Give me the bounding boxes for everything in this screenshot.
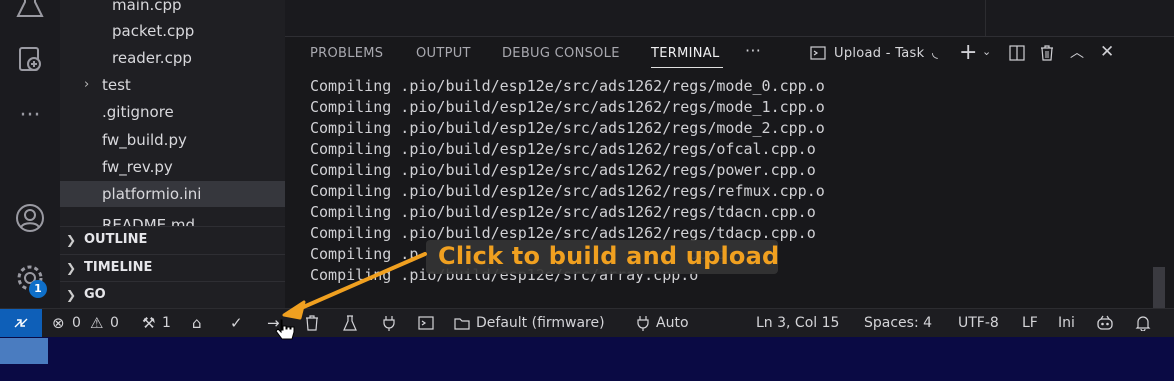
editor-area [285,0,1174,36]
terminal-line: Compiling .pio/build/esp12e/src/ads1262/… [310,203,816,221]
notifications-bell-icon[interactable] [1135,309,1151,337]
port-plug-icon [636,309,650,337]
file-label: reader.cpp [112,49,192,67]
file-item[interactable]: main.cpp [60,0,285,18]
file-item[interactable]: .gitignore [60,99,285,125]
loading-spinner-icon: ◟ [932,43,938,61]
tab-output[interactable]: OUTPUT [416,46,471,61]
error-circle-icon: ⊗ [52,314,65,332]
terminal-line: Compiling .pio/build/esp12e/src/ads1262/… [310,98,825,116]
annotation-text: Click to build and upload [438,242,780,270]
platformio-home-icon[interactable]: ⌂ [192,309,202,337]
warning-count[interactable]: 0 [110,309,119,337]
file-item[interactable]: README.md [60,208,285,226]
folder-label: test [102,76,131,94]
section-timeline[interactable]: ❯ TIMELINE [60,254,285,281]
split-terminal-icon[interactable] [1009,45,1025,65]
terminal-task-selector[interactable]: Upload - Task [834,46,924,61]
file-item[interactable]: reader.cpp [60,45,285,71]
active-tab-indicator [651,67,723,68]
file-label: packet.cpp [112,22,195,40]
explorer-sidebar: main.cpp packet.cpp reader.cpp › test .g… [60,0,285,308]
panel-tabs: PROBLEMS OUTPUT DEBUG CONSOLE TERMINAL ·… [285,37,1174,71]
build-check-icon[interactable]: ✓ [230,309,243,337]
copilot-icon[interactable] [1096,309,1114,337]
testing-flask-icon[interactable] [14,0,46,22]
chevron-right-icon: ❯ [66,261,77,275]
mouse-pointer-hand-icon [275,319,295,340]
close-panel-icon[interactable]: ✕ [1100,42,1114,62]
chevron-right-icon: ❯ [66,233,77,247]
port-selector[interactable]: Auto [656,309,689,337]
terminal-line: Compiling .pio/build/esp12e/src/ads1262/… [310,77,825,95]
file-label: fw_rev.py [102,158,173,176]
language-mode-selector[interactable]: Ini [1058,309,1075,337]
remote-explorer-icon[interactable] [14,44,46,76]
cursor-position[interactable]: Ln 3, Col 15 [756,309,839,337]
remote-icon [14,318,28,328]
file-item-selected[interactable]: platformio.ini [60,181,285,207]
terminal-line: Compiling .pio/build/esp12e/src/ads1262/… [310,140,816,158]
chevron-right-icon: › [84,77,90,92]
ports-count[interactable]: 1 [162,309,171,337]
section-label: TIMELINE [84,260,153,275]
file-label: README.md [102,216,196,226]
environment-selector[interactable]: Default (firmware) [476,309,605,337]
error-count[interactable]: 0 [72,309,81,337]
tools-icon[interactable]: ⚒ [142,309,155,337]
terminal-scrollbar[interactable] [1153,267,1165,311]
maximize-panel-icon[interactable]: ︿ [1070,42,1084,62]
annotation-arrow-icon [282,252,427,320]
section-go[interactable]: ❯ GO [60,281,285,308]
terminal-line: Compiling .pio/build/esp12e/src/ads1262/… [310,119,825,137]
tab-terminal[interactable]: TERMINAL [651,46,720,61]
more-views-icon[interactable]: ··· [14,105,46,138]
account-icon[interactable] [14,202,46,234]
status-bar: ⊗ 0 ⚠ 0 ⚒ 1 ⌂ ✓ → Default (firmware) Aut… [0,308,1174,337]
remote-indicator-button[interactable] [0,309,42,337]
activity-bar: ··· 1 [0,0,60,308]
folder-environment-icon [454,309,470,337]
terminal-line: Compiling .pio/build/esp12e/src/ads1262/… [310,182,825,200]
tab-debug-console[interactable]: DEBUG CONSOLE [502,46,620,61]
trash-icon[interactable] [1039,45,1055,65]
file-label: fw_build.py [102,131,187,149]
folder-item-test[interactable]: › test [60,72,285,98]
terminal-icon [810,45,826,65]
section-outline[interactable]: ❯ OUTLINE [60,226,285,253]
warning-triangle-icon: ⚠ [90,314,104,332]
settings-update-badge: 1 [29,280,47,298]
section-label: OUTLINE [84,232,148,247]
tab-problems[interactable]: PROBLEMS [310,46,383,61]
section-label: GO [84,287,106,302]
encoding-selector[interactable]: UTF-8 [958,309,999,337]
file-label: .gitignore [102,103,174,121]
chevron-down-icon[interactable]: ⌄ [982,45,991,58]
terminal-line: Compiling .pio/build/esp12e/src/ads1262/… [310,161,816,179]
chevron-right-icon: ❯ [66,288,77,302]
file-item[interactable]: fw_build.py [60,127,285,153]
taskbar-item[interactable] [0,338,48,364]
indentation-selector[interactable]: Spaces: 4 [864,309,932,337]
new-terminal-plus-icon[interactable]: + [959,40,977,65]
file-item[interactable]: fw_rev.py [60,154,285,180]
editor-split-divider[interactable] [985,0,986,36]
file-item[interactable]: packet.cpp [60,18,285,44]
file-label: platformio.ini [102,185,202,203]
file-label: main.cpp [112,0,182,14]
annotation-callout: Click to build and upload [426,240,780,274]
eol-selector[interactable]: LF [1022,309,1038,337]
panel-more-button[interactable]: ··· [745,41,761,60]
